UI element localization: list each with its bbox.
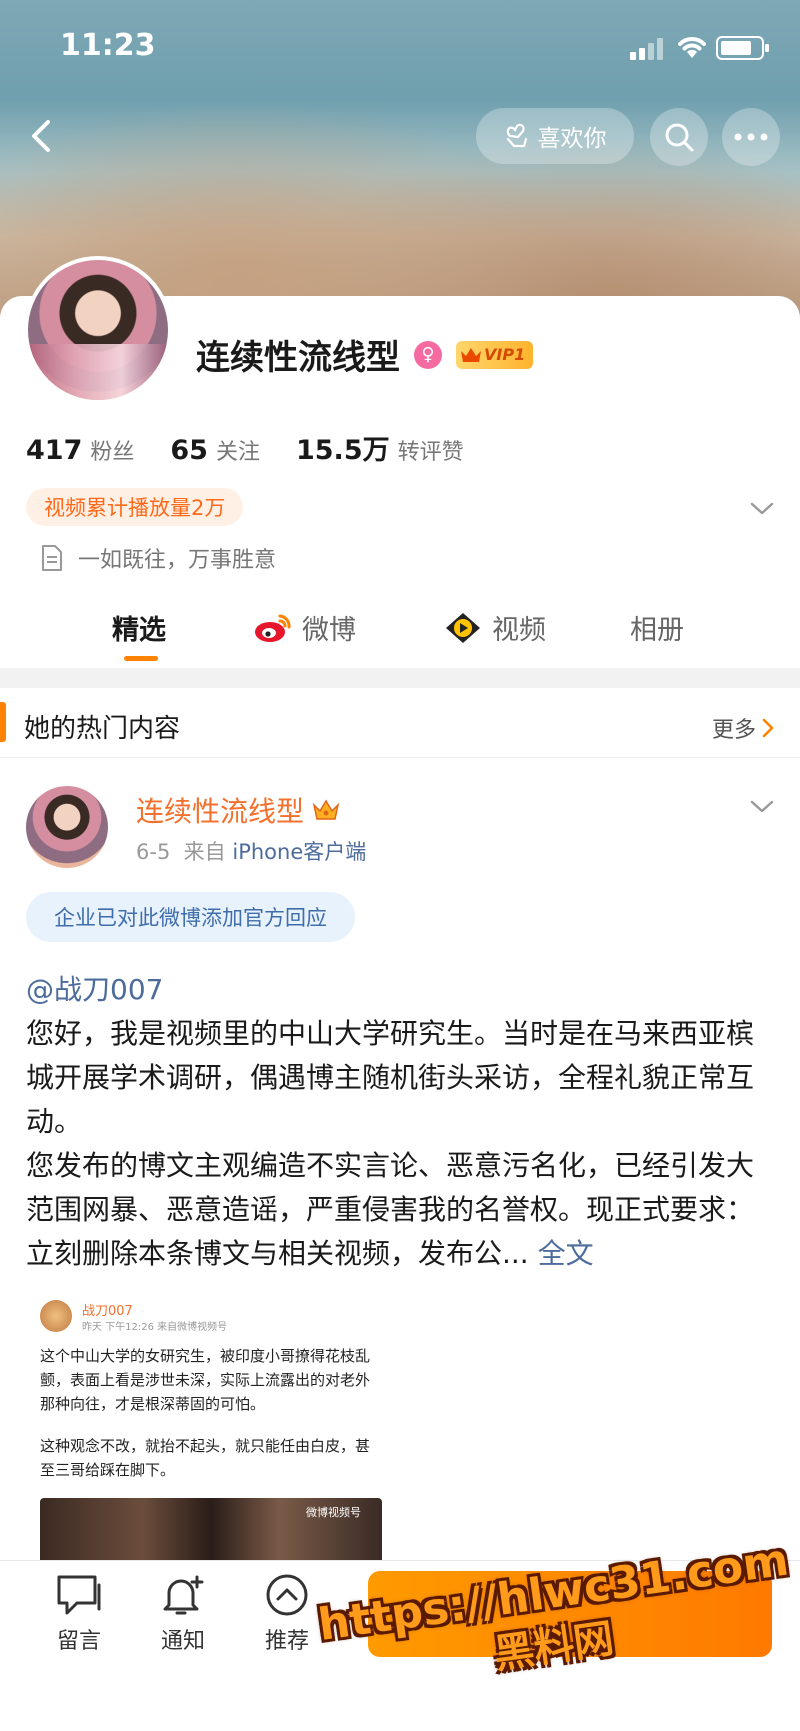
more-label: 更多 — [712, 718, 757, 743]
like-you-label: 喜欢你 — [537, 126, 607, 152]
active-tab-indicator — [124, 656, 158, 661]
recommend-button[interactable]: 推荐 — [252, 1573, 322, 1655]
weibo-logo-icon — [255, 614, 291, 642]
post-author-name: 连续性流线型 — [136, 795, 305, 828]
section-accent-bar — [0, 702, 6, 742]
battery-icon — [716, 36, 769, 60]
more-dots-icon — [734, 133, 768, 141]
full-text-link[interactable]: 全文 — [538, 1237, 594, 1270]
embed-meta: 昨天 下午12:26 来自微博视频号 — [82, 1322, 228, 1333]
post-paragraph-2: 您发布的博文主观编造不实言论、恶意污名化，已经引发大范围网暴、恶意造谣，严重侵害… — [26, 1144, 776, 1276]
profile-name: 连续性流线型 — [196, 338, 400, 378]
bio-text: 一如既往，万事胜意 — [78, 548, 277, 573]
stat-label: 转评赞 — [397, 440, 464, 465]
embed-paragraph-2: 这种观念不改，就抬不起头，就只能任由白皮，甚至三哥给踩在脚下。 — [40, 1437, 371, 1479]
post-paragraph: 您好，我是视频里的中山大学研究生。当时是在马来西亚槟城开展学术调研，偶遇博主随机… — [26, 1017, 755, 1138]
vip-label: VIP1 — [484, 345, 526, 364]
embed-avatar — [40, 1300, 72, 1332]
hot-content-header: 她的热门内容 更多 — [0, 688, 800, 758]
post-source[interactable]: iPhone客户端 — [232, 840, 366, 864]
back-button[interactable] — [18, 112, 66, 160]
embed-author-name: 战刀007 — [82, 1304, 133, 1319]
video-channel-icon — [446, 612, 480, 643]
stat-number: 15.5万 — [295, 435, 390, 466]
followers-stat[interactable]: 417 粉丝 — [26, 434, 134, 466]
search-button[interactable] — [650, 108, 708, 166]
search-icon — [665, 123, 694, 152]
female-icon: ♀ — [414, 340, 442, 369]
vip-badge[interactable]: VIP1 — [456, 340, 534, 369]
notify-label: 通知 — [160, 1629, 205, 1654]
embed-watermark: 微博视频号 — [306, 1506, 361, 1519]
tab-album[interactable]: 相册 — [630, 608, 684, 647]
embed-text: 这个中山大学的女研究生，被印度小哥撩得花枝乱颤，表面上看是涉世未深，实际上流露出… — [40, 1344, 380, 1482]
tab-label: 微博 — [302, 615, 356, 646]
like-you-button[interactable]: 喜欢你 — [476, 108, 634, 164]
chevron-down-icon[interactable] — [748, 494, 776, 522]
profile-name-row: 连续性流线型 ♀ VIP1 — [196, 330, 534, 379]
crown-icon — [312, 799, 340, 820]
tab-weibo[interactable]: 微博 — [254, 608, 356, 647]
profile-avatar[interactable] — [24, 256, 172, 404]
signal-icon — [630, 38, 666, 60]
profile-tabs: 精选 微博 视频 相册 — [0, 600, 800, 664]
official-reply-badge[interactable]: 企业已对此微博添加官方回应 — [26, 892, 355, 942]
stat-label: 粉丝 — [90, 440, 135, 465]
tab-label: 精选 — [112, 615, 166, 646]
message-button[interactable]: 留言 — [44, 1573, 114, 1655]
post-date: 6-5 — [136, 840, 171, 864]
tab-featured[interactable]: 精选 — [112, 608, 166, 647]
embed-paragraph: 这个中山大学的女研究生，被印度小哥撩得花枝乱颤，表面上看是涉世未深，实际上流露出… — [40, 1347, 371, 1413]
bottom-action-bar: 留言 通知 推荐 — [0, 1560, 800, 1731]
tab-label: 视频 — [492, 615, 546, 646]
stat-label: 关注 — [215, 440, 260, 465]
post-paragraph-text: 您发布的博文主观编造不实言论、恶意污名化，已经引发大范围网暴、恶意造谣，严重侵害… — [26, 1149, 755, 1270]
crown-icon — [461, 347, 481, 362]
bell-plus-icon — [163, 1575, 204, 1615]
chevron-down-icon[interactable] — [748, 792, 776, 820]
post-image[interactable]: 战刀007 昨天 下午12:26 来自微博视频号 这个中山大学的女研究生，被印度… — [36, 1294, 386, 1564]
post-author[interactable]: 连续性流线型 — [136, 790, 340, 830]
post-source-prefix: 来自 — [183, 840, 226, 864]
hand-heart-icon — [506, 123, 527, 148]
document-icon — [42, 545, 62, 571]
status-time: 11:23 — [60, 28, 156, 63]
wifi-icon — [678, 37, 706, 58]
more-link[interactable]: 更多 — [712, 712, 776, 744]
tab-label: 相册 — [630, 615, 684, 646]
video-play-count-badge[interactable]: 视频累计播放量2万 — [26, 488, 244, 526]
status-bar: 11:23 — [0, 0, 800, 96]
recommend-label: 推荐 — [264, 1629, 309, 1654]
profile-stats: 417 粉丝 65 关注 15.5万 转评赞 — [26, 428, 500, 467]
stat-number: 65 — [170, 435, 208, 466]
post-meta: 6-5 来自 iPhone客户端 — [136, 836, 366, 866]
following-stat[interactable]: 65 关注 — [170, 434, 260, 466]
post-body: @战刀007 您好，我是视频里的中山大学研究生。当时是在马来西亚槟城开展学术调研… — [26, 968, 776, 1276]
post-author-avatar[interactable] — [26, 786, 108, 868]
reposts-likes-stat[interactable]: 15.5万 转评赞 — [296, 428, 464, 467]
chevron-right-icon — [762, 718, 774, 738]
hot-content-title: 她的热门内容 — [24, 714, 181, 744]
mention-link[interactable]: @战刀007 — [26, 968, 776, 1012]
follow-button[interactable] — [368, 1571, 772, 1657]
chevron-up-circle-icon — [266, 1574, 308, 1616]
notify-button[interactable]: 通知 — [148, 1573, 218, 1655]
section-divider — [0, 668, 800, 688]
more-options-button[interactable] — [722, 108, 780, 166]
message-icon — [57, 1575, 101, 1615]
message-label: 留言 — [56, 1629, 101, 1654]
profile-bio: 一如既往，万事胜意 — [40, 542, 276, 574]
tab-video[interactable]: 视频 — [444, 608, 546, 647]
stat-number: 417 — [26, 435, 83, 466]
